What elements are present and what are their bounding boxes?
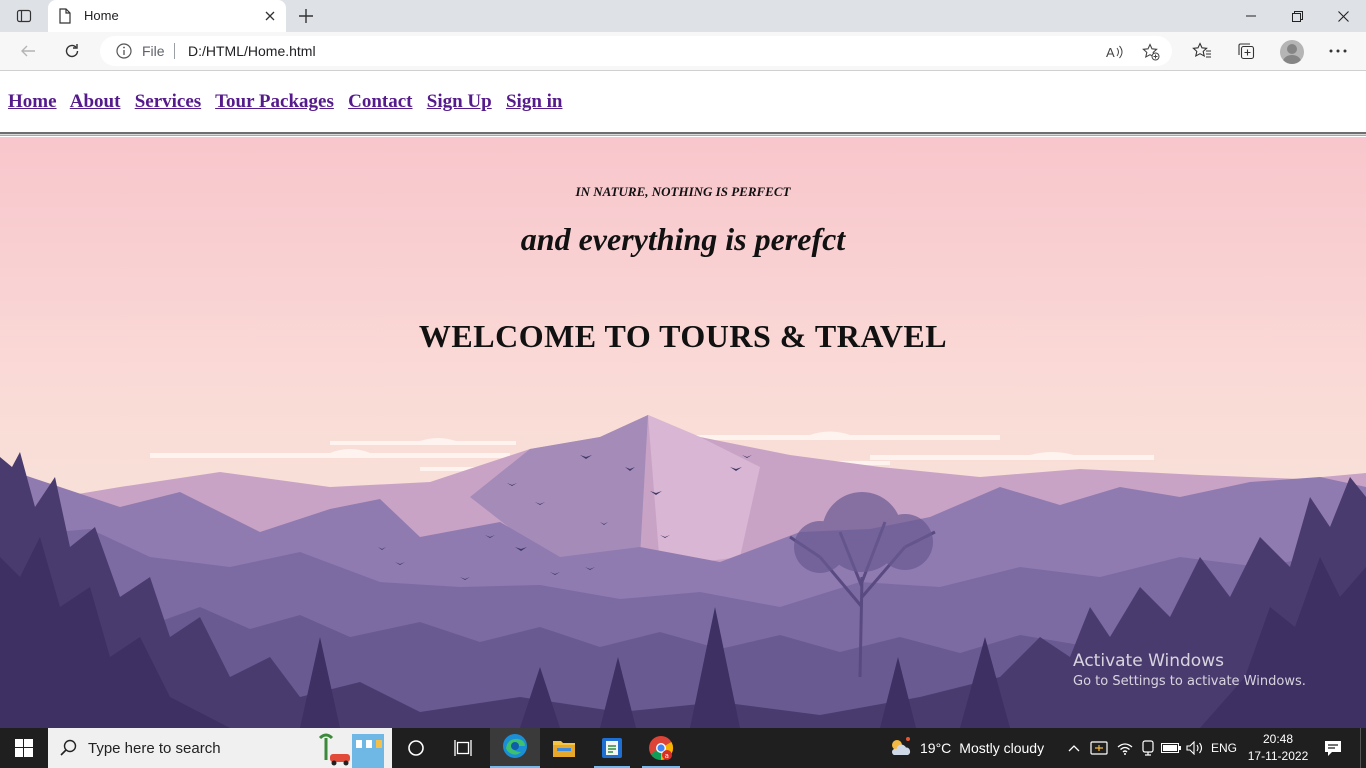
weather-text: Mostly cloudy [959, 740, 1045, 756]
nav-link-about[interactable]: About [70, 91, 121, 112]
hero-kicker: IN NATURE, NOTHING IS PERFECT [575, 184, 791, 199]
app-icon[interactable] [588, 728, 636, 768]
clock-time: 20:48 [1262, 732, 1294, 746]
read-aloud-icon[interactable]: A [1106, 43, 1124, 61]
chevron-up-icon[interactable] [1064, 728, 1084, 768]
taskbar: Type here to search a 19°C Mostly cloudy [0, 728, 1366, 768]
weather-icon [888, 736, 912, 760]
file-explorer-icon[interactable] [540, 728, 588, 768]
tab-title: Home [84, 8, 119, 23]
profile-icon[interactable] [1280, 40, 1304, 64]
browser-tab[interactable]: Home [48, 0, 286, 32]
language-indicator[interactable]: ENG [1208, 728, 1240, 768]
web-page: Home About Services Tour Packages Contac… [0, 71, 1366, 728]
close-window-icon[interactable] [1320, 0, 1366, 32]
weather-widget[interactable]: 19°C Mostly cloudy [888, 728, 1044, 768]
address-separator [174, 43, 175, 59]
address-scheme: File [142, 43, 165, 59]
network-icon[interactable] [1088, 728, 1110, 768]
meet-now-icon[interactable] [1138, 728, 1158, 768]
address-url[interactable]: D:/HTML/Home.html [188, 43, 316, 59]
task-view-icon[interactable] [442, 728, 486, 768]
taskbar-edge[interactable] [490, 728, 540, 768]
taskbar-search-box[interactable]: Type here to search [48, 728, 392, 768]
battery-icon[interactable] [1160, 728, 1182, 768]
restore-icon[interactable] [1274, 0, 1320, 32]
browser-tab-strip: Home [0, 0, 1366, 32]
watermark-title: Activate Windows [1073, 651, 1224, 671]
nav-link-home[interactable]: Home [8, 91, 57, 112]
add-favorite-icon[interactable] [1142, 43, 1160, 61]
back-icon[interactable] [16, 39, 40, 63]
windows-start-icon[interactable] [0, 728, 48, 768]
page-icon [58, 8, 72, 28]
hero-tagline: and everything is perefct [520, 221, 846, 257]
refresh-icon[interactable] [60, 39, 84, 63]
browser-toolbar: File D:/HTML/Home.html A [0, 32, 1366, 71]
volume-icon[interactable] [1184, 728, 1206, 768]
edge-icon [502, 733, 528, 763]
nav-link-sign-in[interactable]: Sign in [506, 91, 563, 112]
info-icon[interactable] [116, 43, 132, 63]
tab-actions-icon[interactable] [8, 4, 40, 28]
hero-banner: IN NATURE, NOTHING IS PERFECT and everyt… [0, 137, 1366, 728]
horizontal-rule [0, 132, 1366, 136]
nav-link-tour-packages[interactable]: Tour Packages [215, 91, 334, 112]
clock[interactable]: 20:48 17-11-2022 [1244, 731, 1312, 765]
site-nav: Home About Services Tour Packages Contac… [8, 91, 562, 113]
search-icon [60, 739, 78, 761]
weather-temp: 19°C [920, 740, 952, 756]
favorites-icon[interactable] [1190, 39, 1214, 63]
svg-text:a: a [665, 752, 669, 760]
plus-icon[interactable] [296, 6, 316, 26]
nav-link-contact[interactable]: Contact [348, 91, 412, 112]
address-bar[interactable]: File D:/HTML/Home.html A [100, 36, 1172, 66]
close-icon[interactable] [262, 8, 278, 24]
chrome-icon[interactable]: a [636, 728, 686, 768]
hero-heading: WELCOME TO TOURS & TRAVEL [418, 318, 948, 354]
watermark-subtitle: Go to Settings to activate Windows. [1073, 674, 1306, 689]
activate-windows-watermark: Activate Windows Go to Settings to activ… [1073, 651, 1306, 689]
more-icon[interactable] [1326, 39, 1350, 63]
cortana-icon[interactable] [396, 728, 436, 768]
nav-link-sign-up[interactable]: Sign Up [427, 91, 492, 112]
wifi-icon[interactable] [1114, 728, 1136, 768]
svg-text:A: A [1106, 45, 1115, 60]
clock-date: 17-11-2022 [1247, 749, 1309, 763]
show-desktop-button[interactable] [1360, 728, 1361, 768]
search-placeholder: Type here to search [88, 740, 221, 757]
search-highlight-illustration [312, 728, 392, 768]
minimize-icon[interactable] [1228, 0, 1274, 32]
collections-icon[interactable] [1234, 39, 1258, 63]
notifications-icon[interactable] [1318, 728, 1348, 768]
nav-link-services[interactable]: Services [135, 91, 201, 112]
